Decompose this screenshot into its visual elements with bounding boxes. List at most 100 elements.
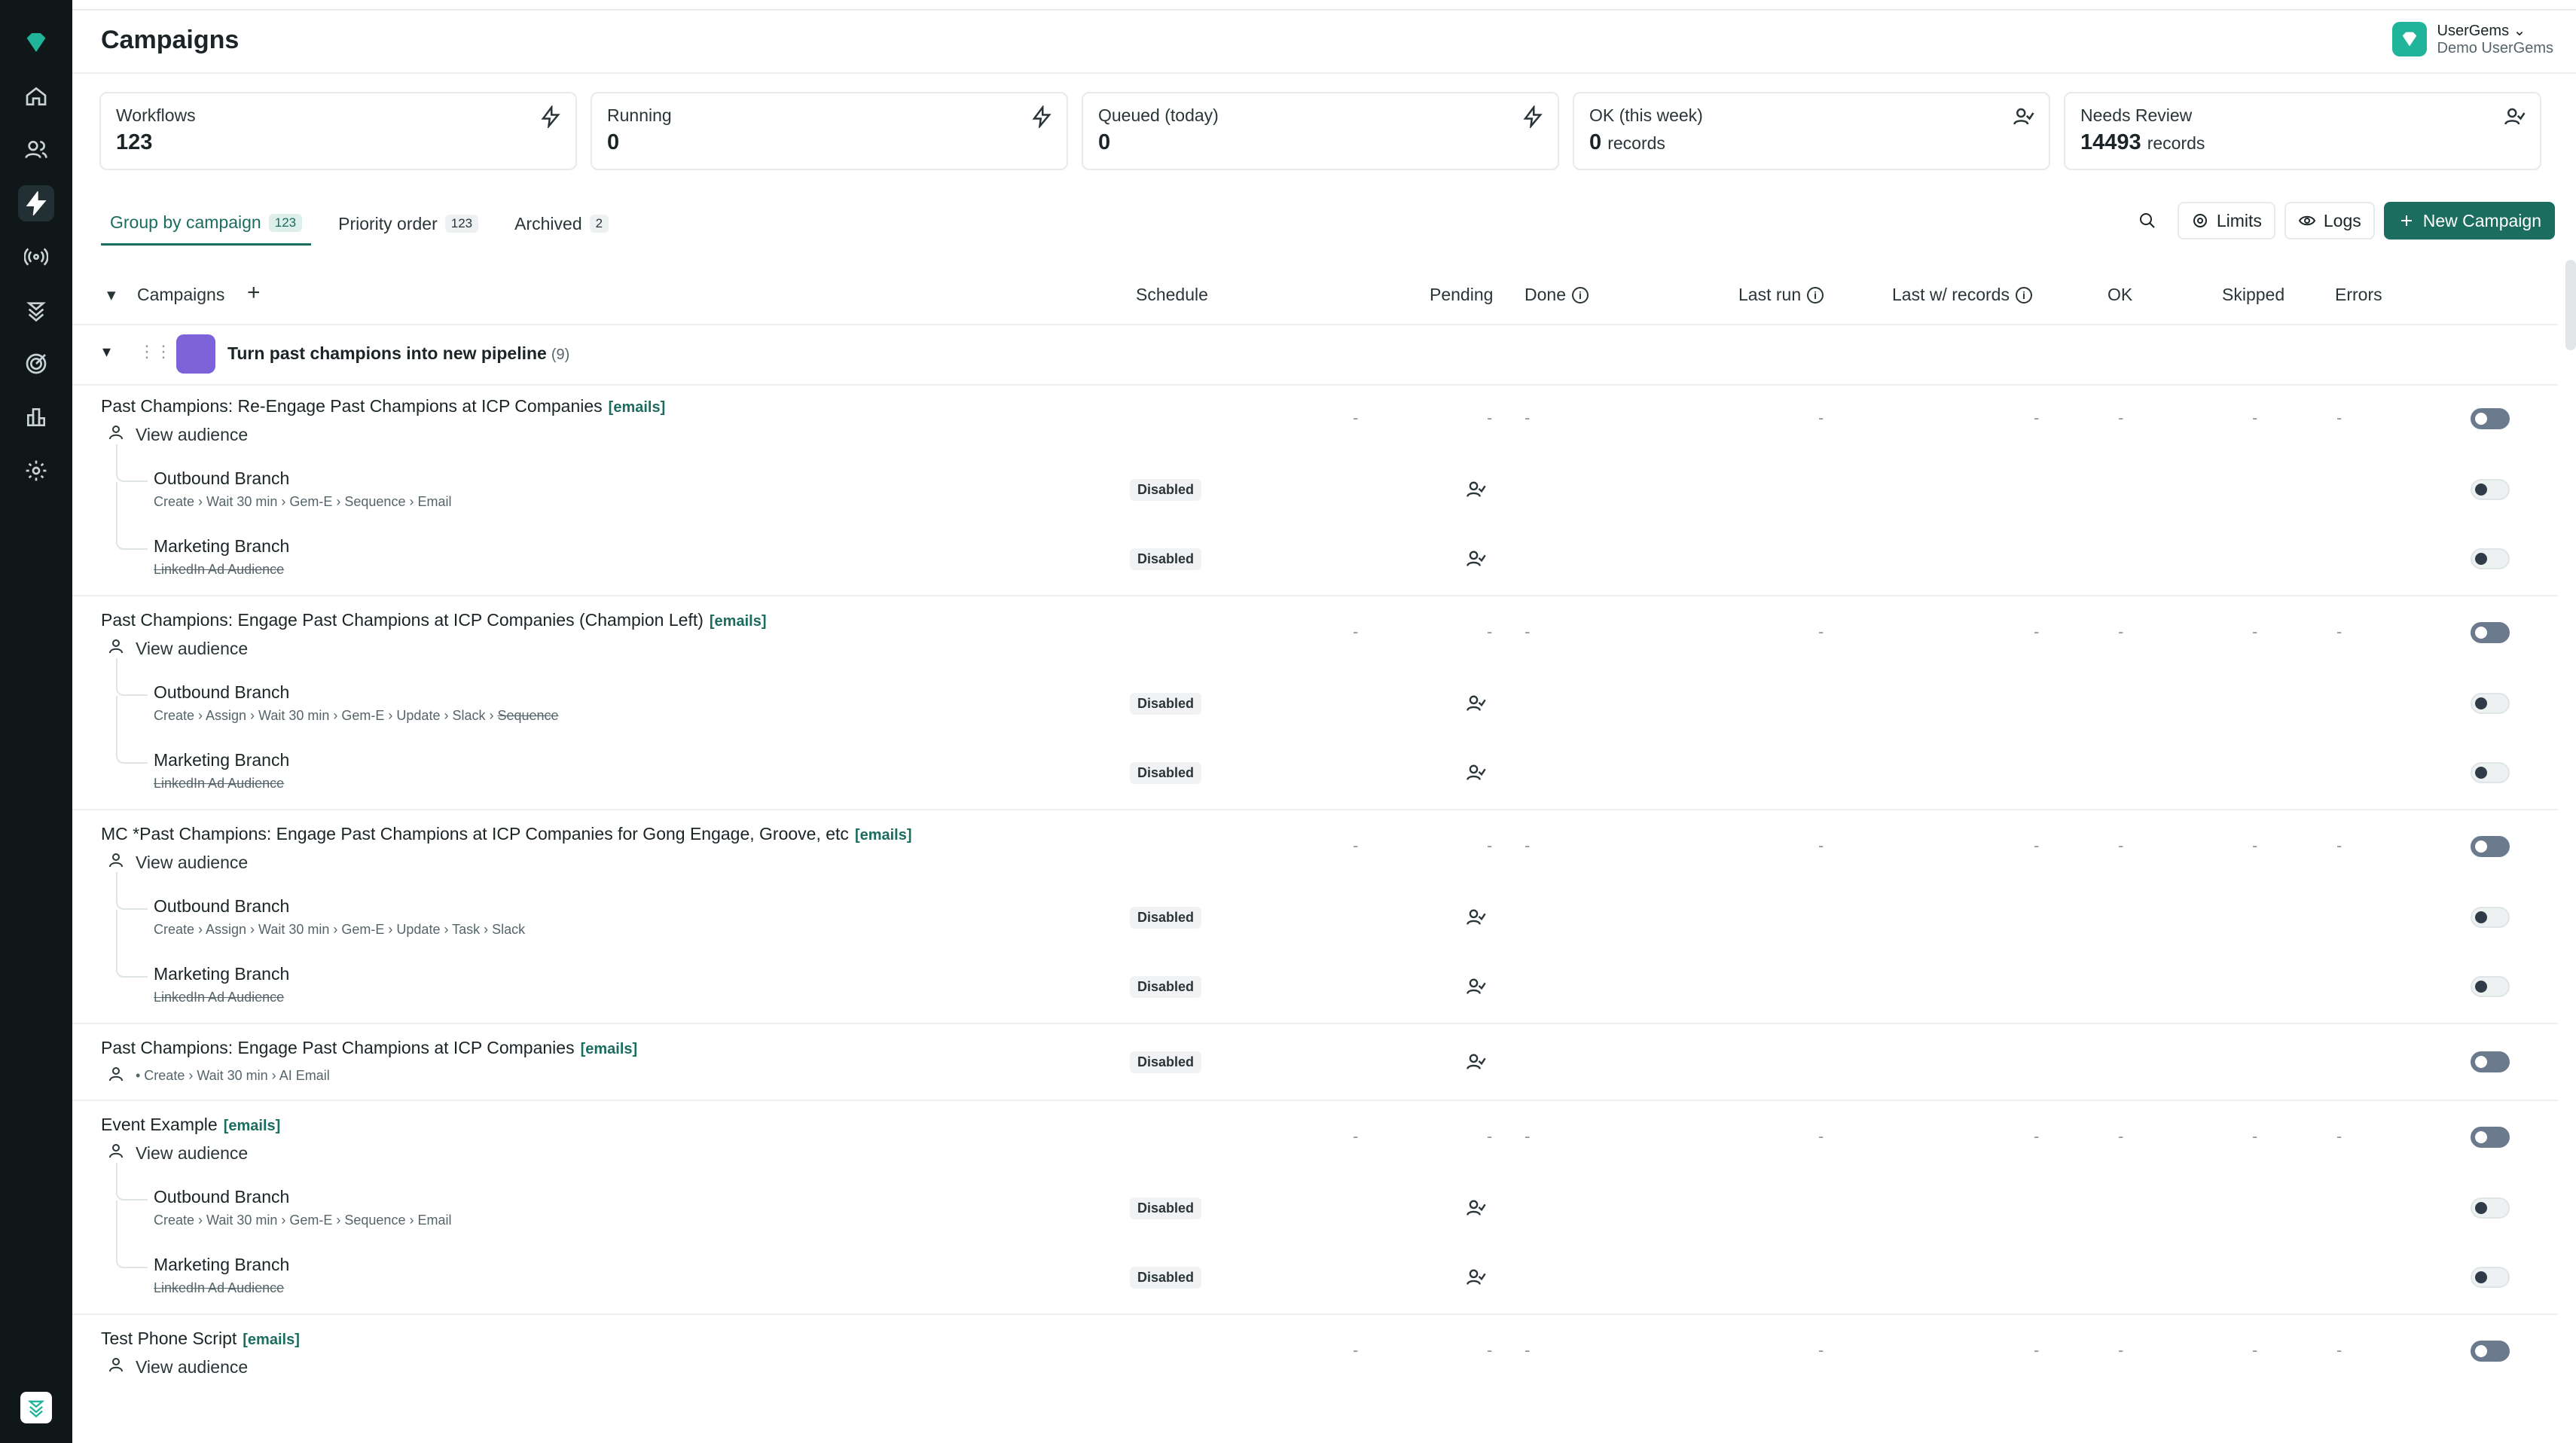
person-check-icon[interactable] <box>1466 1051 1487 1072</box>
last-run-value: - <box>1818 1341 1824 1359</box>
people-icon[interactable] <box>18 132 54 168</box>
col-pending[interactable]: Pending <box>1430 285 1493 305</box>
status-badge: Disabled <box>1130 479 1202 501</box>
home-icon[interactable] <box>18 78 54 114</box>
usergems-logo-icon[interactable] <box>18 24 54 60</box>
branch-row[interactable]: Marketing Branch LinkedIn Ad Audience Di… <box>72 1200 2558 1313</box>
group-avatar-icon <box>176 334 215 374</box>
bolt-icon[interactable] <box>18 185 54 221</box>
drag-handle-icon[interactable]: ⋮⋮ <box>139 342 172 362</box>
col-skipped[interactable]: Skipped <box>2222 285 2285 305</box>
campaign-toggle[interactable] <box>2471 408 2510 429</box>
gear-icon[interactable] <box>18 453 54 489</box>
branch-toggle[interactable] <box>2471 976 2510 997</box>
tree-connector <box>116 444 148 482</box>
scrollbar[interactable] <box>2565 260 2576 350</box>
campaign-title[interactable]: Past Champions: Engage Past Champions at… <box>101 610 766 630</box>
branch-toggle[interactable] <box>2471 1197 2510 1219</box>
col-last-records[interactable]: Last w/ records i <box>1892 285 2032 305</box>
person-check-icon[interactable] <box>1466 762 1487 783</box>
branch-row[interactable]: Marketing Branch LinkedIn Ad Audience Di… <box>72 910 2558 1023</box>
pending-value: - <box>1487 408 1493 427</box>
tree-connector <box>116 696 148 764</box>
campaign-row[interactable]: Past Champions: Engage Past Champions at… <box>72 1027 2558 1101</box>
branch-row[interactable]: Outbound Branch Create › Wait 30 min › G… <box>72 444 2558 527</box>
person-check-icon[interactable] <box>1466 548 1487 569</box>
signal-icon[interactable] <box>18 239 54 275</box>
campaign-toggle[interactable] <box>2471 1341 2510 1362</box>
stat-label: Running <box>607 105 672 125</box>
person-check-icon[interactable] <box>1466 1197 1487 1219</box>
branch-toggle[interactable] <box>2471 548 2510 569</box>
branch-row[interactable]: Marketing Branch LinkedIn Ad Audience Di… <box>72 482 2558 595</box>
branch-toggle[interactable] <box>2471 1267 2510 1288</box>
campaign-toggle[interactable] <box>2471 1127 2510 1148</box>
target-icon[interactable] <box>18 346 54 382</box>
branch-toggle[interactable] <box>2471 907 2510 928</box>
campaign-row[interactable]: MC *Past Champions: Engage Past Champion… <box>72 813 2558 1024</box>
user-menu[interactable]: UserGems ⌄ Demo UserGems <box>2391 21 2553 57</box>
tab-priority-order[interactable]: Priority order 123 <box>329 202 487 246</box>
col-ok[interactable]: OK <box>2107 285 2132 305</box>
info-icon[interactable]: i <box>2015 286 2032 304</box>
person-check-icon[interactable] <box>1466 1267 1487 1288</box>
branch-row[interactable]: Marketing Branch LinkedIn Ad Audience Di… <box>72 696 2558 809</box>
tab-group-by-campaign[interactable]: Group by campaign 123 <box>101 202 312 246</box>
campaign-toggle[interactable] <box>2471 1051 2510 1072</box>
view-audience-link[interactable]: View audience <box>107 637 248 660</box>
person-check-icon[interactable] <box>1466 479 1487 500</box>
person-check-icon[interactable] <box>1466 976 1487 997</box>
help-widget-icon[interactable] <box>20 1392 52 1423</box>
view-audience-link[interactable]: View audience <box>107 1142 248 1164</box>
branch-toggle[interactable] <box>2471 762 2510 783</box>
campaign-toggle[interactable] <box>2471 836 2510 857</box>
campaign-row[interactable]: Past Champions: Re-Engage Past Champions… <box>72 386 2558 596</box>
chart-icon[interactable] <box>18 399 54 435</box>
col-done[interactable]: Done i <box>1525 285 1589 305</box>
campaign-row[interactable]: Past Champions: Engage Past Champions at… <box>72 599 2558 810</box>
limits-button[interactable]: Limits <box>2177 202 2275 239</box>
campaign-title[interactable]: Event Example [emails] <box>101 1115 280 1135</box>
view-audience-link[interactable]: View audience <box>107 1356 248 1378</box>
campaign-toggle[interactable] <box>2471 622 2510 643</box>
view-audience-link[interactable]: View audience <box>107 851 248 874</box>
campaign-title[interactable]: MC *Past Champions: Engage Past Champion… <box>101 824 912 844</box>
col-last-run[interactable]: Last run i <box>1738 285 1824 305</box>
add-column-icon[interactable]: + <box>247 280 261 306</box>
view-audience-link[interactable]: View audience <box>107 423 248 446</box>
campaign-title[interactable]: Past Champions: Engage Past Champions at… <box>101 1038 637 1058</box>
search-button[interactable] <box>2126 202 2169 239</box>
branch-toggle[interactable] <box>2471 479 2510 500</box>
tab-archived[interactable]: Archived 2 <box>505 202 618 246</box>
tree-connector <box>116 658 148 696</box>
person-check-icon[interactable] <box>1466 907 1487 928</box>
campaign-row[interactable]: Event Example [emails] View audience - - … <box>72 1104 2558 1315</box>
info-icon[interactable]: i <box>1571 286 1589 304</box>
logs-button[interactable]: Logs <box>2284 202 2375 239</box>
info-icon[interactable]: i <box>1807 286 1824 304</box>
ok-value: - <box>2118 622 2124 641</box>
new-campaign-button[interactable]: New Campaign <box>2383 202 2555 239</box>
branch-steps: Create › Wait 30 min › Gem-E › Sequence … <box>154 1213 452 1228</box>
person-icon <box>107 1142 125 1164</box>
branch-toggle[interactable] <box>2471 693 2510 714</box>
campaign-group-row[interactable]: ▾ ⋮⋮ Turn past champions into new pipeli… <box>72 325 2558 386</box>
campaign-title[interactable]: Test Phone Script [emails] <box>101 1329 300 1349</box>
person-check-icon[interactable] <box>1466 693 1487 714</box>
status-badge: Disabled <box>1130 1197 1202 1219</box>
org-logo-icon <box>2391 22 2427 56</box>
bolt-icon <box>1030 104 1053 130</box>
chevron-down-icon[interactable]: ▾ <box>102 342 111 362</box>
branch-row[interactable]: Outbound Branch Create › Assign › Wait 3… <box>72 658 2558 741</box>
collapse-all-icon[interactable]: ▾ <box>107 285 116 305</box>
branch-row[interactable]: Outbound Branch Create › Wait 30 min › G… <box>72 1163 2558 1246</box>
campaign-row[interactable]: Test Phone Script [emails] View audience … <box>72 1318 2558 1383</box>
done-value: - <box>1525 622 1531 641</box>
col-schedule[interactable]: Schedule <box>1136 285 1208 305</box>
user-name: UserGems ⌄ <box>2437 23 2526 39</box>
branch-row[interactable]: Outbound Branch Create › Assign › Wait 3… <box>72 872 2558 955</box>
gem-stack-icon[interactable] <box>18 292 54 328</box>
col-errors[interactable]: Errors <box>2335 285 2382 305</box>
campaign-title[interactable]: Past Champions: Re-Engage Past Champions… <box>101 396 665 416</box>
skipped-value: - <box>2252 1127 2258 1146</box>
